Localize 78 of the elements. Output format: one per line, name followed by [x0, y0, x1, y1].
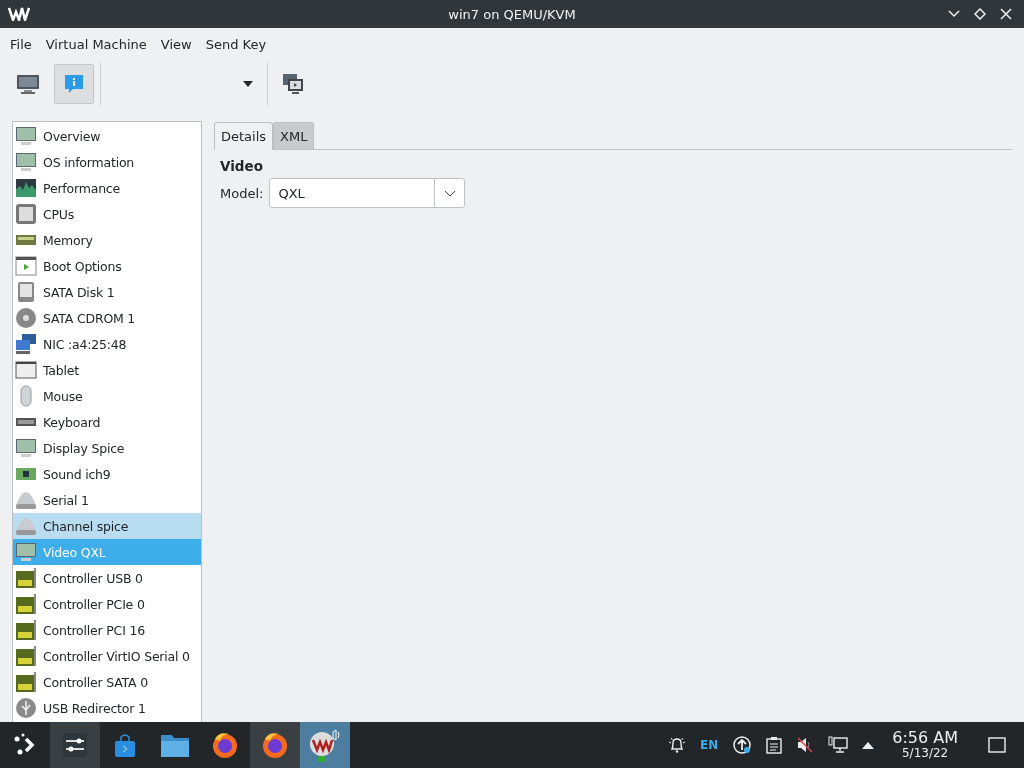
cdrom-icon	[15, 307, 37, 329]
screens-icon[interactable]	[282, 73, 304, 95]
dropdown-arrow-icon[interactable]	[243, 81, 253, 87]
hardware-item[interactable]: Tablet	[13, 357, 201, 383]
network-icon[interactable]	[828, 736, 849, 754]
muted-speaker-icon[interactable]	[796, 736, 815, 754]
menu-item[interactable]: File	[3, 36, 39, 52]
sliders-icon	[62, 732, 88, 758]
hardware-item[interactable]: Display Spice	[13, 435, 201, 461]
boot-icon	[15, 255, 37, 277]
hardware-item[interactable]: OS information	[13, 149, 201, 175]
controller-icon	[15, 567, 37, 589]
close-icon[interactable]	[1000, 8, 1012, 20]
monitor-icon	[16, 73, 40, 95]
tab[interactable]: Details	[214, 122, 274, 150]
virt-manager-icon	[309, 728, 341, 762]
monitor-icon	[15, 125, 37, 147]
serial-icon	[15, 515, 37, 537]
minimize-icon[interactable]	[948, 10, 960, 18]
folder-icon	[160, 732, 190, 758]
monitor-icon	[15, 151, 37, 173]
shopping-bag-icon	[112, 732, 138, 758]
app-logo-icon	[8, 7, 30, 21]
info-bubble-icon	[63, 73, 85, 95]
keyboard-layout-indicator[interactable]: EN	[700, 738, 719, 752]
menu-item[interactable]: Virtual Machine	[38, 36, 154, 52]
usb-icon	[15, 697, 37, 719]
hardware-item[interactable]: Mouse	[13, 383, 201, 409]
nic-icon	[15, 333, 37, 355]
hardware-item[interactable]: Controller SATA 0	[13, 669, 201, 695]
hardware-item[interactable]: Performance	[13, 175, 201, 201]
bell-icon[interactable]	[668, 736, 686, 754]
clock-time[interactable]: 6:56 AM	[892, 730, 958, 748]
menu-item[interactable]: Send Key	[198, 36, 274, 52]
window-title: win7 on QEMU/KVM	[448, 6, 576, 22]
hardware-item[interactable]: CPUs	[13, 201, 201, 227]
hardware-item[interactable]: Sound ich9	[13, 461, 201, 487]
hardware-item[interactable]: Channel spice	[13, 513, 201, 539]
hardware-item[interactable]: Controller PCI 16	[13, 617, 201, 643]
maximize-icon[interactable]	[974, 8, 986, 20]
hardware-item[interactable]: Controller VirtIO Serial 0	[13, 643, 201, 669]
chart-icon	[15, 177, 37, 199]
hardware-item[interactable]: Memory	[13, 227, 201, 253]
hardware-item[interactable]: Overview	[13, 123, 201, 149]
hardware-item[interactable]: Keyboard	[13, 409, 201, 435]
virt-task-button[interactable]	[300, 722, 350, 768]
clipboard-icon[interactable]	[766, 736, 783, 754]
hardware-item[interactable]: SATA Disk 1	[13, 279, 201, 305]
expand-tray-icon[interactable]	[862, 741, 875, 749]
section-title: Video	[220, 158, 264, 174]
update-icon[interactable]	[732, 735, 753, 755]
controller-icon	[15, 593, 37, 615]
monitor-icon	[15, 437, 37, 459]
hardware-item[interactable]: NIC :a4:25:48	[13, 331, 201, 357]
hardware-item[interactable]: Boot Options	[13, 253, 201, 279]
chip-icon	[15, 203, 37, 225]
menu-item[interactable]: View	[153, 36, 199, 52]
browser-icon	[211, 731, 239, 759]
hardware-item[interactable]: USB Redirector 1	[13, 695, 201, 721]
monitor-icon	[15, 541, 37, 563]
controller-icon	[15, 619, 37, 641]
hardware-item[interactable]: Controller USB 0	[13, 565, 201, 591]
serial-icon	[15, 489, 37, 511]
tablet-icon	[15, 359, 37, 381]
controller-icon	[15, 671, 37, 693]
hardware-item[interactable]: Controller PCIe 0	[13, 591, 201, 617]
model-combo[interactable]: QXL	[269, 178, 466, 208]
browser-icon	[261, 731, 289, 759]
chevron-down-icon	[443, 189, 456, 197]
hardware-item[interactable]: SATA CDROM 1	[13, 305, 201, 331]
field-label: Model:	[220, 185, 264, 201]
firefox-task-button[interactable]	[250, 722, 300, 768]
clock-date[interactable]: 5/13/22	[902, 747, 949, 760]
controller-icon	[15, 645, 37, 667]
hardware-item[interactable]: Serial 1	[13, 487, 201, 513]
show-desktop-icon[interactable]	[988, 737, 1006, 753]
tab[interactable]: XML	[273, 122, 315, 149]
settings-task-button[interactable]	[50, 722, 100, 768]
